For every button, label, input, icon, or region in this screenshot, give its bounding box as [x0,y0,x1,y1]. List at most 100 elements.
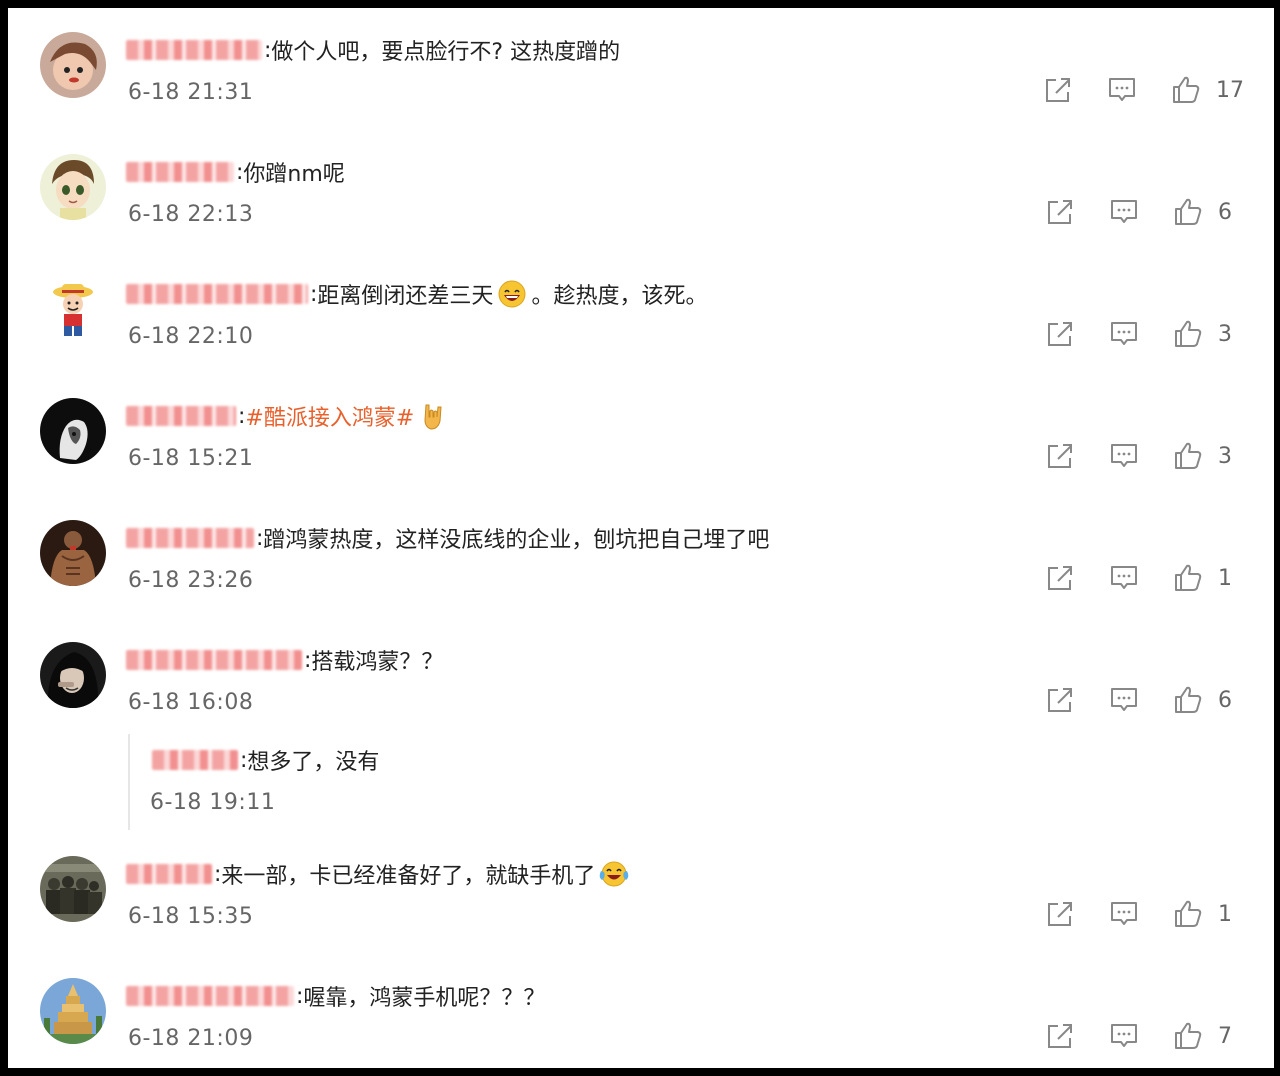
username-blurred[interactable] [126,284,308,304]
avatar-straw-hat-icon[interactable] [40,276,106,342]
timestamp: 6-18 23:26 [128,568,254,593]
comment-icon[interactable] [1108,318,1140,350]
tears-of-joy-emoji [599,859,629,889]
comment-body: : 距离倒闭还差三天 。趁热度，该死。 [126,278,707,310]
share-icon[interactable] [1044,1020,1076,1052]
avatar-dark-portrait-icon[interactable] [40,398,106,464]
rock-hand-emoji [418,401,448,431]
comment-item: : 做个人吧，要点脸行不? 这热度蹭的 6-18 21:31 17 [8,10,1274,130]
username-blurred[interactable] [126,864,212,884]
share-icon[interactable] [1044,196,1076,228]
comment-icon[interactable] [1108,562,1140,594]
thumbs-up-icon[interactable] [1172,898,1204,930]
username-blurred[interactable] [126,528,254,548]
comment-text: 搭载鸿蒙？？ [311,650,444,675]
share-icon[interactable] [1044,898,1076,930]
comment-actions: 3 [1044,438,1244,474]
avatar-anime-face-icon[interactable] [40,154,106,220]
reply-text: 想多了，没有 [247,750,380,775]
like-button[interactable]: 3 [1172,440,1244,472]
like-button[interactable]: 3 [1172,318,1244,350]
share-icon[interactable] [1044,684,1076,716]
name-separator: : [238,403,246,429]
laughing-face-emoji [497,279,527,309]
like-count: 1 [1218,565,1232,591]
thumbs-up-icon[interactable] [1172,562,1204,594]
username-blurred[interactable] [126,406,236,426]
like-button[interactable]: 1 [1172,562,1244,594]
comment-text: 你蹭nm呢 [243,162,345,187]
comment-icon[interactable] [1108,898,1140,930]
like-button[interactable]: 17 [1170,74,1244,106]
comment-body: : 做个人吧，要点脸行不? 这热度蹭的 [126,34,620,66]
name-separator: : [304,647,312,673]
thumbs-up-icon[interactable] [1172,196,1204,228]
thumbs-up-icon[interactable] [1170,74,1202,106]
name-separator: : [214,861,222,887]
comment-text-tail: 。趁热度，该死。 [531,284,708,309]
comment-actions: 1 [1044,896,1244,932]
thumbs-up-icon[interactable] [1172,440,1204,472]
like-count: 7 [1218,1023,1232,1049]
comment-text: 来一部，卡已经准备好了，就缺手机了 [221,864,596,889]
timestamp: 6-18 15:21 [128,446,254,471]
like-count: 17 [1216,77,1244,103]
avatar-temple-icon[interactable] [40,978,106,1044]
comment-item: : 蹭鸿蒙热度，这样没底线的企业，刨坑把自己埋了吧 6-18 23:26 1 [8,498,1274,618]
comment-icon[interactable] [1108,440,1140,472]
comment-actions: 7 [1044,1018,1244,1054]
avatar-cartoon-boy-icon[interactable] [40,32,106,98]
like-count: 6 [1218,199,1232,225]
comment-icon[interactable] [1106,74,1138,106]
avatar-hooded-figure-icon[interactable] [40,642,106,708]
comment-item: : 距离倒闭还差三天 。趁热度，该死。 6-18 22:10 3 [8,254,1274,374]
name-separator: : [310,281,318,307]
thumbs-up-icon[interactable] [1172,1020,1204,1052]
username-blurred[interactable] [126,650,302,670]
comment-body: : 蹭鸿蒙热度，这样没底线的企业，刨坑把自己埋了吧 [126,522,769,554]
comment-icon[interactable] [1108,684,1140,716]
comment-text: 喔靠，鸿蒙手机呢？？？ [303,986,546,1011]
avatar-muscle-man-icon[interactable] [40,520,106,586]
comment-body: : 搭载鸿蒙？？ [126,644,443,676]
comment-item: : 喔靠，鸿蒙手机呢？？？ 6-18 21:09 7 [8,956,1274,1068]
comment-icon[interactable] [1108,196,1140,228]
comment-icon[interactable] [1108,1020,1140,1052]
username-blurred[interactable] [126,162,234,182]
username-blurred[interactable] [152,750,238,770]
comment-text: 做个人吧，要点脸行不? 这热度蹭的 [271,40,621,65]
username-blurred[interactable] [126,986,294,1006]
comment-text: 蹭鸿蒙热度，这样没底线的企业，刨坑把自己埋了吧 [263,528,770,553]
avatar-group-photo-icon[interactable] [40,856,106,922]
thumbs-up-icon[interactable] [1172,318,1204,350]
like-button[interactable]: 7 [1172,1020,1244,1052]
timestamp: 6-18 22:13 [128,202,254,227]
sub-reply: : 想多了，没有 6-18 19:11 [128,734,528,830]
like-button[interactable]: 6 [1172,684,1244,716]
name-separator: : [264,37,272,63]
thumbs-up-icon[interactable] [1172,684,1204,716]
like-button[interactable]: 6 [1172,196,1244,228]
timestamp: 6-18 21:09 [128,1026,254,1051]
reply-body: : 想多了，没有 [152,744,379,776]
name-separator: : [256,525,264,551]
timestamp: 6-18 22:10 [128,324,254,349]
share-icon[interactable] [1044,318,1076,350]
comment-text: 距离倒闭还差三天 [317,284,494,309]
name-separator: : [240,747,248,773]
share-icon[interactable] [1044,440,1076,472]
reply-timestamp: 6-18 19:11 [150,790,276,815]
topic-link[interactable]: #酷派接入鸿蒙# [245,400,414,432]
comment-actions: 6 [1044,682,1244,718]
share-icon[interactable] [1042,74,1074,106]
comment-actions: 1 [1044,560,1244,596]
like-count: 3 [1218,443,1232,469]
comment-body: : 你蹭nm呢 [126,156,345,188]
comment-item: : 搭载鸿蒙？？ 6-18 16:08 6 [8,620,1274,740]
share-icon[interactable] [1044,562,1076,594]
username-blurred[interactable] [126,40,262,60]
like-button[interactable]: 1 [1172,898,1244,930]
comment-list: : 做个人吧，要点脸行不? 这热度蹭的 6-18 21:31 17: 你蹭nm呢 6-18… [8,8,1274,1068]
comment-body: : 喔靠，鸿蒙手机呢？？？ [126,980,545,1012]
comment-item: : 来一部，卡已经准备好了，就缺手机了 6-18 15:35 1 [8,834,1274,954]
